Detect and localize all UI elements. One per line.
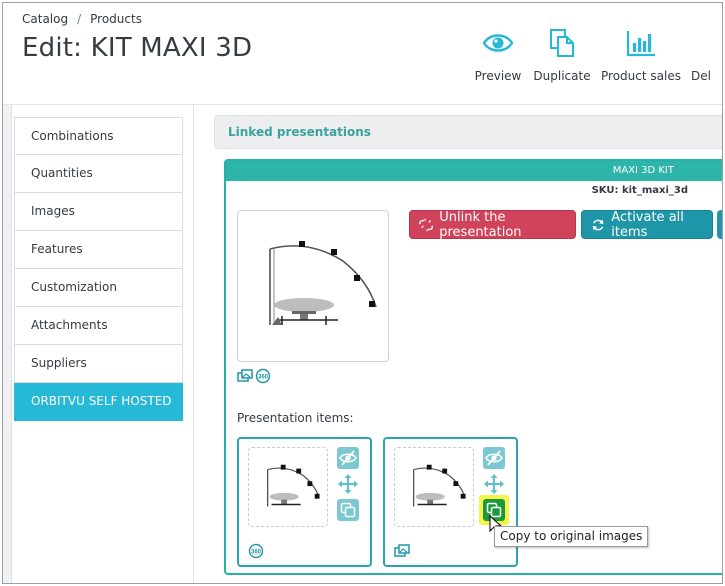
breadcrumb: Catalog / Products (22, 12, 142, 26)
preview-button[interactable]: Preview (473, 27, 523, 83)
sidebar-item-orbitvu[interactable]: ORBITVU SELF HOSTED (14, 383, 183, 421)
breadcrumb-catalog[interactable]: Catalog (22, 12, 68, 26)
sidebar-item-features[interactable]: Features (14, 231, 183, 269)
toolbar: Preview Duplicate Product sales Del (473, 27, 721, 83)
bar-chart-icon (626, 31, 655, 57)
sidebar-item-quantities[interactable]: Quantities (14, 155, 183, 193)
sidebar-item-suppliers[interactable]: Suppliers (14, 345, 183, 383)
main-panel: Linked presentations MAXI 3D KIT SKU: ki… (194, 105, 722, 583)
product-sales-button[interactable]: Product sales (601, 27, 681, 83)
hide-item-button[interactable] (337, 447, 359, 469)
copy-icon (550, 29, 574, 57)
copy-tooltip: Copy to original images (494, 526, 649, 547)
unlink-icon (419, 218, 434, 231)
delete-label: Del (691, 69, 711, 83)
page-header: Catalog / Products Edit: KIT MAXI 3D Pre… (3, 3, 722, 105)
breadcrumb-products[interactable]: Products (90, 12, 142, 26)
page-title: Edit: KIT MAXI 3D (22, 33, 253, 63)
presentation-item-card (383, 437, 518, 567)
move-arrows-icon (484, 474, 504, 494)
activate-all-items-button[interactable]: Activate all items (581, 209, 713, 240)
product-sales-label: Product sales (601, 69, 681, 83)
sidebar-item-combinations[interactable]: Combinations (14, 117, 183, 155)
product-tabs-sidebar: Combinations Quantities Images Features … (11, 105, 194, 583)
item-thumbnail[interactable] (394, 447, 474, 527)
sidebar-item-images[interactable]: Images (14, 193, 183, 231)
presentation-items-label: Presentation items: (237, 411, 354, 425)
copy-icon (340, 502, 356, 518)
product-sku: SKU: kit_maxi_3d (591, 185, 688, 196)
svg-text:360: 360 (251, 550, 262, 556)
presentation-box: MAXI 3D KIT SKU: kit_maxi_3d 360 Unlink … (224, 159, 722, 575)
move-item-handle[interactable] (337, 473, 359, 495)
eye-slash-icon (485, 450, 503, 466)
turntable-image (267, 464, 320, 507)
eye-icon (482, 34, 514, 52)
unlink-label: Unlink the presentation (439, 209, 522, 240)
images-icon (394, 544, 410, 557)
move-arrows-icon (338, 474, 358, 494)
item-actions (337, 447, 359, 521)
sidebar-item-customization[interactable]: Customization (14, 269, 183, 307)
preview-label: Preview (474, 69, 522, 83)
refresh-icon (592, 219, 604, 230)
duplicate-button[interactable]: Duplicate (533, 27, 591, 83)
presentation-item-card: 360 (237, 437, 372, 567)
images-icon (237, 369, 253, 382)
breadcrumb-separator: / (77, 12, 82, 26)
more-actions-button[interactable] (717, 210, 722, 239)
turntable-image (413, 464, 466, 507)
delete-button[interactable]: Del (691, 27, 721, 83)
content-area: Combinations Quantities Images Features … (3, 105, 722, 583)
360-icon: 360 (255, 368, 271, 384)
sidebar-item-attachments[interactable]: Attachments (14, 307, 183, 345)
activate-label: Activate all items (611, 209, 684, 240)
move-item-handle[interactable] (483, 473, 505, 495)
hide-item-button[interactable] (483, 447, 505, 469)
duplicate-label: Duplicate (533, 69, 591, 83)
product-name-bar: MAXI 3D KIT (226, 161, 722, 181)
presentation-thumbnail[interactable] (237, 210, 389, 362)
eye-slash-icon (339, 450, 357, 466)
svg-text:360: 360 (258, 375, 269, 381)
copy-to-original-button[interactable] (337, 499, 359, 521)
presentation-type-icons: 360 (237, 368, 271, 384)
app-window: Catalog / Products Edit: KIT MAXI 3D Pre… (2, 2, 723, 584)
item-thumbnail[interactable] (248, 447, 328, 527)
unlink-presentation-button[interactable]: Unlink the presentation (409, 209, 576, 240)
item-actions (479, 447, 509, 525)
linked-presentations-heading: Linked presentations (214, 115, 722, 149)
turntable-image (269, 241, 377, 325)
360-icon: 360 (248, 543, 264, 559)
